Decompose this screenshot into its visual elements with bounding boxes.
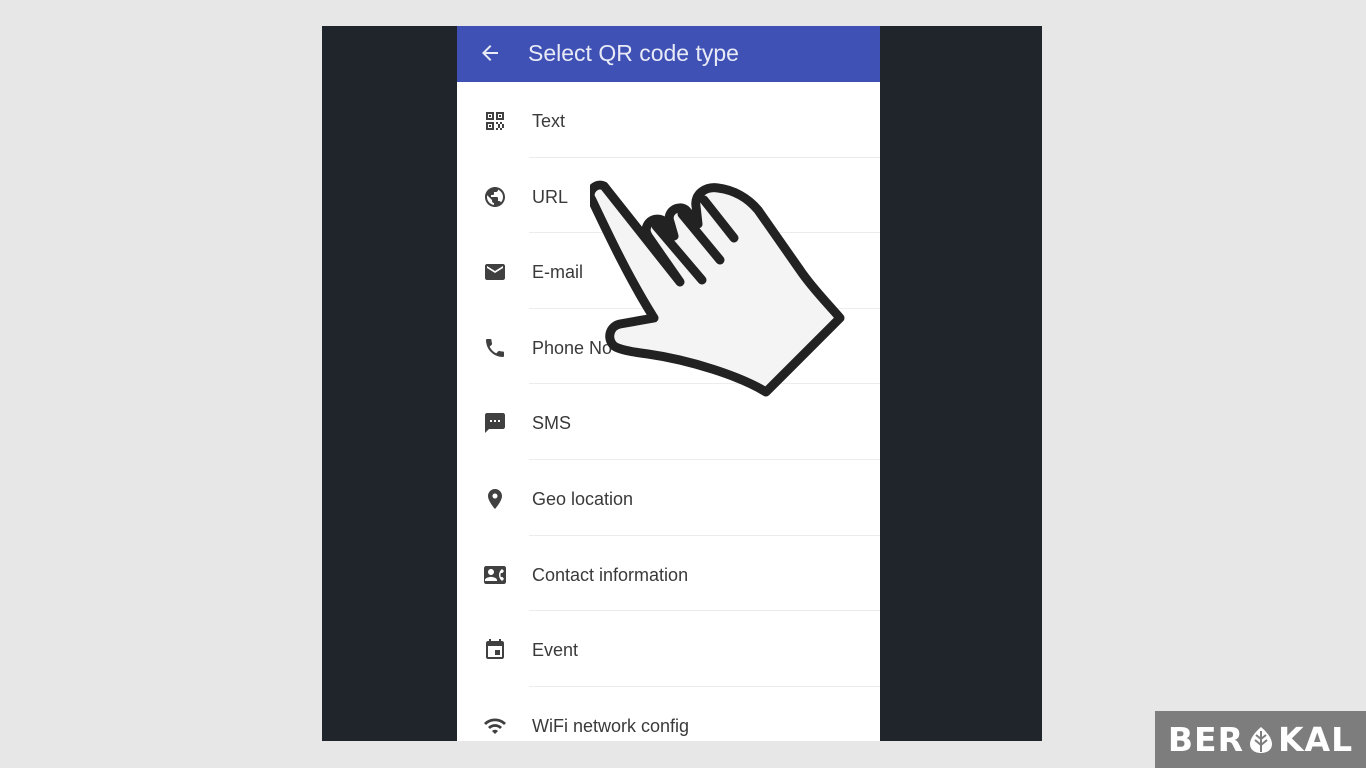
wifi-icon [482,713,508,739]
back-button[interactable] [475,38,505,68]
arrow-back-icon [482,45,498,61]
list-item-event[interactable]: Event [457,611,880,687]
list-item-label: Geo location [532,488,634,509]
leaf-icon [1249,726,1272,753]
list-item-email[interactable]: E-mail [457,233,880,309]
list-item-wifi-network-config[interactable]: WiFi network config [457,687,880,741]
list-item-label: WiFi network config [532,715,690,736]
page-title: Select QR code type [528,40,739,66]
list-item-geo-location[interactable]: Geo location [457,460,880,536]
list-item-contact-information[interactable]: Contact information [457,536,880,612]
screenshot-frame: Select QR code type Text URL E-mail Phon… [322,26,1042,741]
watermark-text-end: KAL [1277,720,1354,759]
list-item-label: Text [532,111,566,131]
calendar-icon [482,637,508,663]
contact-card-icon [482,562,508,588]
phone-icon [482,335,508,361]
list-item-label: Contact information [532,564,689,585]
globe-icon [482,184,508,210]
sms-icon [482,410,508,436]
watermark-text-start: BER [1167,720,1244,759]
list-item-text[interactable]: Text [457,82,880,158]
list-item-label: Event [532,640,579,661]
phone-screen: Select QR code type Text URL E-mail Phon… [457,26,880,741]
location-pin-icon [482,486,508,512]
mail-icon [482,259,508,285]
watermark-logo: BER KAL [1155,711,1366,768]
list-item-phone[interactable]: Phone No [457,309,880,385]
list-item-sms[interactable]: SMS [457,384,880,460]
list-item-label: SMS [532,413,572,434]
list-item-url[interactable]: URL [457,158,880,234]
list-item-label: URL [532,186,569,207]
list-item-label: Phone No [532,337,613,358]
list-item-label: E-mail [532,262,584,283]
app-bar: Select QR code type [457,26,880,82]
qr-type-list: Text URL E-mail Phone No SMS Geo locatio… [457,82,880,741]
qr-code-icon [482,108,508,134]
